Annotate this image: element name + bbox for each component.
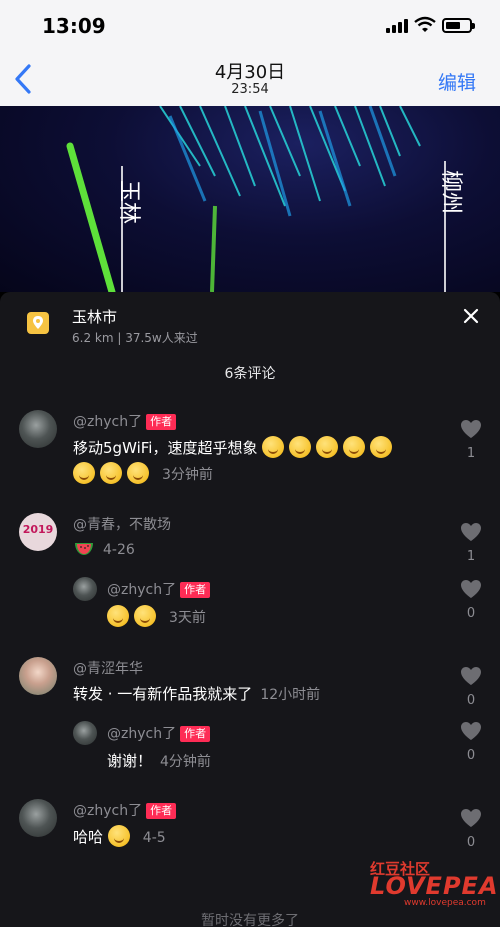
avatar-badge-text: 2019 [22,523,54,536]
comment-username[interactable]: @zhych了 作者 [73,800,177,820]
like-count: 1 [466,446,476,461]
comment-text: 转发 · 一有新作品我就来了 12小时前 [73,683,320,704]
laughing-emoji-icon [262,436,285,458]
like-count: 0 [466,748,476,763]
nav-time: 23:54 [231,82,269,97]
top-bar: 13:09 4月30日 23:54 编辑 [0,0,500,106]
watermelon-emoji-icon [75,543,93,555]
reply-time: 4分钟前 [160,754,211,770]
watermark-logo: 红豆社区 LOVEPEA www.lovepea.com [370,858,498,908]
comments-sheet: 玉林市 6.2 km | 37.5w人来过 6条评论 @zhych了 作者 移动5… [0,292,500,927]
comment-count: 6条评论 [224,366,276,382]
comment-time: 3分钟前 [162,467,213,483]
comment-text: 移动5gWiFi，速度超乎想象 [73,436,397,458]
close-icon[interactable] [462,307,480,325]
comment-username[interactable]: @青涩年华 [73,658,143,678]
battery-icon [442,18,475,33]
like-button[interactable]: 0 [456,665,486,708]
like-button[interactable]: 1 [456,418,486,461]
avatar[interactable] [19,799,57,837]
edit-button[interactable]: 编辑 [438,68,476,95]
laughing-emoji-icon [316,436,339,458]
avatar[interactable]: 2019 [19,513,57,551]
author-badge: 作者 [146,803,177,819]
watermark-line3: www.lovepea.com [404,898,486,908]
comment-text: 4-26 [73,539,135,558]
wifi-icon [414,16,436,32]
like-button[interactable]: 1 [456,521,486,564]
username-text: @zhych了 [73,803,143,819]
comment-time: 4-26 [103,542,135,558]
heart-icon [461,667,481,685]
username-text: @zhych了 [73,414,143,430]
heart-icon [461,523,481,541]
video-preview[interactable]: 玉林 柳州 [0,106,500,292]
video-text-right: 柳州 [438,170,463,214]
heart-icon [461,420,481,438]
reply-time: 3天前 [169,610,206,626]
comment-username[interactable]: @zhych了 作者 [73,411,177,431]
smile-emoji-icon [107,605,129,627]
reply-body: 谢谢！ [107,752,153,770]
reply-username[interactable]: @zhych了 作者 [107,579,211,599]
location-pin-icon [27,312,49,334]
reply-text: 3天前 [107,605,206,627]
like-count: 0 [466,693,476,708]
comment-text: 哈哈 4-5 [73,825,166,847]
no-more-text: 暂时没有更多了 [201,913,299,927]
comment-body: 哈哈 [73,828,104,846]
like-count: 1 [466,549,476,564]
like-button[interactable]: 0 [456,720,486,763]
smirk-emoji-icon [100,462,122,484]
like-count: 0 [466,835,476,850]
avatar[interactable] [19,410,57,448]
like-button[interactable]: 0 [456,807,486,850]
comment-body: 移动5gWiFi，速度超乎想象 [73,439,258,457]
like-button[interactable]: 0 [456,578,486,621]
avatar[interactable] [73,721,97,745]
location-meta: 6.2 km | 37.5w人来过 [72,331,198,345]
laughing-emoji-icon [289,436,312,458]
smirk-emoji-icon [127,462,149,484]
avatar[interactable] [73,577,97,601]
author-badge: 作者 [180,726,211,742]
reply-text: 谢谢！ 4分钟前 [107,750,211,771]
username-text: @zhych了 [107,582,177,598]
location-name[interactable]: 玉林市 [72,306,117,327]
smirk-emoji-icon [370,436,393,458]
status-bar: 13:09 [0,0,500,52]
heart-icon [461,580,481,598]
comment-time: 12小时前 [260,687,321,703]
reply-username[interactable]: @zhych了 作者 [107,723,211,743]
nav-date: 4月30日 [214,62,286,83]
video-text-left: 玉林 [116,180,141,224]
like-count: 0 [466,606,476,621]
signal-icon [386,19,408,33]
author-badge: 作者 [180,582,211,598]
avatar[interactable] [19,657,57,695]
comment-body: 转发 · 一有新作品我就来了 [73,685,253,703]
comment-time: 4-5 [142,830,166,846]
video-frame: 玉林 柳州 [66,106,463,292]
author-badge: 作者 [146,414,177,430]
comment-username[interactable]: @青春，不散场 [73,514,171,534]
status-time: 13:09 [42,14,106,38]
grin-emoji-icon [107,825,130,847]
watermark-line2: LOVEPEA [370,872,499,900]
username-text: @zhych了 [107,726,177,742]
comment-text-line2: 3分钟前 [73,462,213,484]
heart-icon [461,809,481,827]
heart-icon [461,722,481,740]
laughing-emoji-icon [343,436,366,458]
smile-emoji-icon [134,605,156,627]
smirk-emoji-icon [73,462,95,484]
